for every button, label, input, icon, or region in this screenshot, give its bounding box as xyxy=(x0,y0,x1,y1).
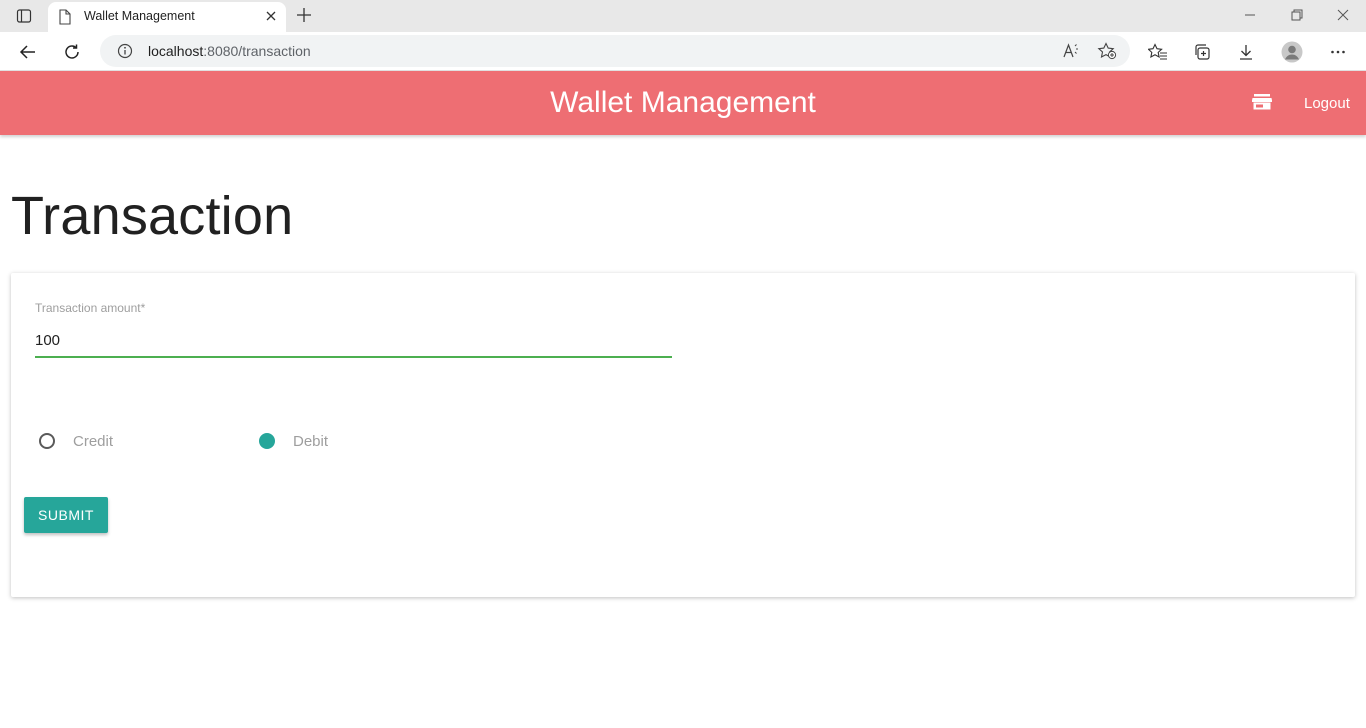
submit-button[interactable]: SUBMIT xyxy=(24,497,108,533)
logout-link[interactable]: Logout xyxy=(1304,95,1350,112)
address-bar[interactable]: localhost:8080/transaction xyxy=(100,35,1130,67)
close-window-icon[interactable] xyxy=(1336,8,1350,27)
debit-radio-label[interactable]: Debit xyxy=(293,433,328,450)
document-icon xyxy=(58,9,72,30)
app-header: Wallet Management Logout xyxy=(0,71,1366,135)
collections-icon[interactable] xyxy=(1191,41,1213,63)
credit-radio-circle[interactable] xyxy=(39,433,55,449)
browser-tab-bar: Wallet Management xyxy=(0,0,1366,32)
close-icon[interactable] xyxy=(264,9,278,28)
credit-radio-label[interactable]: Credit xyxy=(73,433,113,450)
page-title: Transaction xyxy=(11,186,294,246)
url-text: localhost:8080/transaction xyxy=(148,43,311,59)
tab-title: Wallet Management xyxy=(84,9,195,23)
more-icon[interactable] xyxy=(1327,41,1349,63)
tab-actions-icon[interactable] xyxy=(10,6,38,26)
back-arrow-icon[interactable] xyxy=(17,41,39,63)
browser-tab[interactable]: Wallet Management xyxy=(48,2,286,32)
profile-avatar-icon[interactable] xyxy=(1281,41,1303,63)
download-icon[interactable] xyxy=(1235,41,1257,63)
store-icon[interactable] xyxy=(1251,94,1273,115)
debit-radio[interactable]: Debit xyxy=(259,431,328,451)
transaction-amount-input[interactable] xyxy=(35,324,672,358)
amount-field-label: Transaction amount* xyxy=(35,301,146,315)
minimize-icon[interactable] xyxy=(1243,8,1257,27)
info-icon[interactable] xyxy=(117,43,133,64)
plus-icon[interactable] xyxy=(295,6,313,29)
transaction-form-card: Transaction amount* Credit Debit SUBMIT xyxy=(11,273,1355,597)
debit-radio-circle[interactable] xyxy=(259,433,275,449)
browser-toolbar: localhost:8080/transaction xyxy=(0,32,1366,71)
credit-radio[interactable]: Credit xyxy=(39,431,113,451)
add-favorite-icon[interactable] xyxy=(1097,42,1117,65)
refresh-icon[interactable] xyxy=(61,41,83,63)
restore-icon[interactable] xyxy=(1290,8,1304,27)
favorites-icon[interactable] xyxy=(1147,41,1169,63)
read-aloud-icon[interactable] xyxy=(1062,42,1080,65)
app-title: Wallet Management xyxy=(550,86,816,119)
